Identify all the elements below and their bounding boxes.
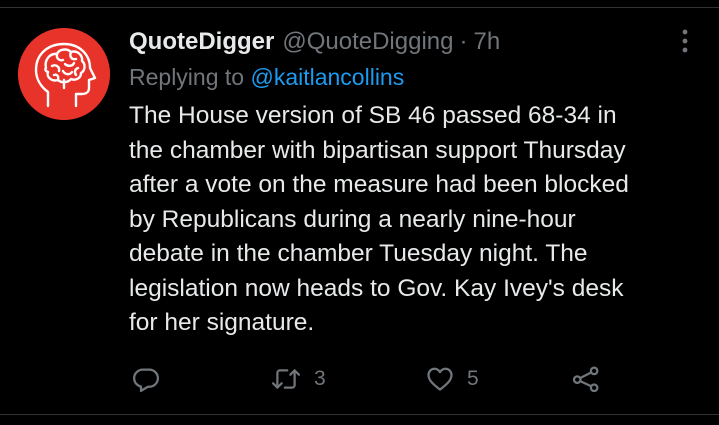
retweet-button[interactable]: 3 [270,362,326,396]
retweet-count: 3 [314,367,326,390]
timestamp[interactable]: 7h [473,28,500,56]
retweet-icon [271,369,301,389]
tweet-header: QuoteDigger @QuoteDigging · 7h [129,24,500,60]
heart-icon [427,367,453,391]
tweet-text-line: The House version of SB 46 passed 68-34 … [129,102,617,129]
more-options-button[interactable] [674,26,696,56]
header-separator: · [459,28,468,55]
tweet-text-line: by Republicans during a nearly nine-hour [129,205,576,233]
tweet-text-line: after a vote on the measure had been blo… [129,171,629,198]
reply-button[interactable] [131,362,161,396]
replying-to-label: Replying to [129,64,245,90]
bottom-divider [0,414,719,415]
tweet-text-line: for her signature. [129,309,315,336]
like-button[interactable]: 5 [425,362,479,396]
author-handle[interactable]: @QuoteDigging [282,28,453,56]
avatar[interactable] [18,28,110,120]
tweet-text-line: debate in the chamber Tuesday night. The [129,240,588,267]
tweet-text-line: the chamber with bipartisan support Thur… [129,136,626,164]
brain-head-logo-icon [18,28,110,120]
top-divider [0,7,719,8]
more-vertical-icon [682,29,688,53]
action-bar: 3 5 [0,362,719,396]
tweet-card[interactable]: QuoteDigger @QuoteDigging · 7h Replying … [0,0,719,425]
share-button[interactable] [570,362,602,396]
reply-icon [133,368,159,392]
like-count: 5 [467,367,479,390]
tweet-text: The House version of SB 46 passed 68-34 … [129,99,709,341]
share-icon [572,366,599,393]
replying-to-handle-link[interactable]: @kaitlancollins [250,64,404,90]
tweet-text-line: legislation now heads to Gov. Kay Ivey's… [129,274,624,302]
replying-to-line: Replying to @kaitlancollins [129,60,404,94]
author-name[interactable]: QuoteDigger [129,28,274,56]
